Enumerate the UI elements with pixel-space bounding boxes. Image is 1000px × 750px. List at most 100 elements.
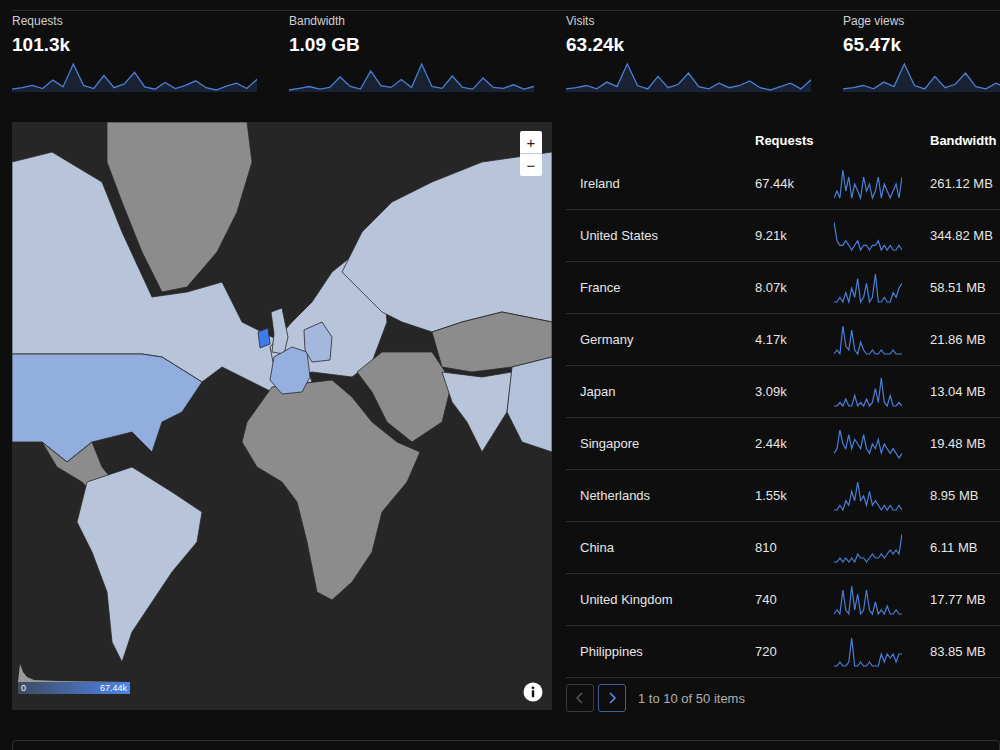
stat-card[interactable]: Visits63.24k — [566, 14, 843, 92]
requests-cell: 4.17k — [755, 332, 834, 347]
sparkline-line — [834, 534, 902, 562]
stat-sparkline — [566, 62, 811, 92]
sparkline-line — [834, 170, 902, 198]
sparkline-area — [12, 64, 257, 92]
analytics-page: Requests101.3kBandwidth1.09 GBVisits63.2… — [0, 0, 1000, 750]
stat-sparkline — [843, 62, 1000, 92]
row-sparkline — [834, 324, 902, 356]
stats-row: Requests 101.3kBandwidth 1.09 GBVisits63.2… — [12, 11, 1000, 92]
prev-page-button[interactable] — [566, 684, 594, 712]
table-row[interactable]: Ireland67.44k 261.12 MB — [566, 158, 1000, 210]
bandwidth-cell: 261.12 MB — [930, 176, 1000, 191]
trend-cell — [834, 428, 930, 460]
sparkline-line — [834, 586, 902, 614]
bandwidth-cell: 344.82 MB — [930, 228, 1000, 243]
map-region[interactable] — [12, 354, 202, 462]
map-region[interactable] — [357, 352, 452, 442]
trend-cell — [834, 532, 930, 564]
country-cell: France — [566, 280, 755, 295]
map-region[interactable] — [270, 347, 310, 394]
stat-card[interactable]: Requests 101.3k — [12, 14, 289, 92]
stat-value: 101.3k — [12, 34, 289, 56]
map-region[interactable] — [342, 152, 552, 332]
requests-cell: 67.44k — [755, 176, 834, 191]
stat-label: Bandwidth — [289, 14, 566, 28]
map-region[interactable] — [304, 322, 332, 362]
requests-cell: 9.21k — [755, 228, 834, 243]
table-header: Requests Bandwidth — [566, 122, 1000, 158]
trend-cell — [834, 220, 930, 252]
next-panel — [12, 740, 1000, 750]
legend-min: 0 — [21, 683, 26, 694]
stat-value: 65.47k — [843, 34, 1000, 56]
map-region[interactable] — [442, 372, 512, 452]
trend-cell — [834, 168, 930, 200]
column-header[interactable]: Requests — [755, 133, 834, 148]
country-cell: China — [566, 540, 755, 555]
table-row[interactable]: United States9.21k344.82 MB — [566, 210, 1000, 262]
chevron-right-icon — [607, 692, 617, 704]
country-cell: Netherlands — [566, 488, 755, 503]
table-row[interactable]: France8.07k58.51 MB — [566, 262, 1000, 314]
stat-card[interactable]: Bandwidth 1.09 GB — [289, 14, 566, 92]
table-row[interactable]: Japan3.09k13.04 MB — [566, 366, 1000, 418]
table-row[interactable]: Singapore2.44k 19.48 MB — [566, 418, 1000, 470]
zoom-in-button[interactable]: + — [520, 131, 542, 153]
row-sparkline — [834, 168, 902, 200]
next-page-button[interactable] — [598, 684, 626, 712]
row-sparkline — [834, 480, 902, 512]
row-sparkline — [834, 272, 902, 304]
bandwidth-cell: 6.11 MB — [930, 540, 1000, 555]
chevron-left-icon — [575, 692, 585, 704]
table-row[interactable]: United Kingdom74017.77 MB — [566, 574, 1000, 626]
map-region[interactable] — [258, 328, 270, 348]
country-table: Requests Bandwidth Ireland67.44k 261.12 MB U… — [566, 122, 1000, 712]
map-region[interactable] — [77, 467, 202, 662]
country-cell: Ireland — [566, 176, 755, 191]
requests-cell: 8.07k — [755, 280, 834, 295]
zoom-out-button[interactable]: − — [520, 153, 542, 176]
requests-cell: 2.44k — [755, 436, 834, 451]
requests-cell: 810 — [755, 540, 834, 555]
table-row[interactable]: Netherlands1.55k 8.95 MB — [566, 470, 1000, 522]
map-region[interactable] — [507, 357, 552, 452]
table-row[interactable]: Philippines72083.85 MB — [566, 626, 1000, 678]
sparkline-line — [834, 222, 902, 250]
sparkline-line — [12, 64, 257, 90]
main-section: +−067.44kRequestsBandwidthIreland67.44k2… — [12, 122, 1000, 712]
stat-label: Requests — [12, 14, 289, 28]
trend-cell — [834, 324, 930, 356]
world-map[interactable]: +− 0 67.44k — [12, 122, 552, 710]
legend-max: 67.44k — [100, 683, 127, 694]
bandwidth-cell: 83.85 MB — [930, 644, 1000, 659]
stat-card[interactable]: Page views65.47k — [843, 14, 1000, 92]
bandwidth-cell: 8.95 MB — [930, 488, 1000, 503]
sparkline-area — [843, 64, 1000, 92]
stat-value: 63.24k — [566, 34, 843, 56]
table-row[interactable]: China810 6.11 MB — [566, 522, 1000, 574]
requests-cell: 740 — [755, 592, 834, 607]
trend-cell — [834, 584, 930, 616]
map-canvas[interactable] — [12, 122, 552, 710]
sparkline-line — [834, 378, 902, 406]
sparkline-line — [834, 638, 902, 666]
legend-histogram — [18, 660, 130, 682]
requests-cell: 1.55k — [755, 488, 834, 503]
stat-value: 1.09 GB — [289, 34, 566, 56]
table-row[interactable]: Germany4.17k21.86 MB — [566, 314, 1000, 366]
requests-cell: 3.09k — [755, 384, 834, 399]
map-region[interactable] — [271, 308, 288, 354]
pagination: 1 to 10 of 50 items — [566, 684, 1000, 712]
country-cell: Singapore — [566, 436, 755, 451]
trend-cell — [834, 636, 930, 668]
requests-cell: 720 — [755, 644, 834, 659]
bandwidth-cell: 19.48 MB — [930, 436, 1000, 451]
info-icon[interactable] — [523, 682, 543, 702]
sparkline-line — [834, 482, 902, 510]
column-header[interactable]: Bandwidth — [930, 133, 1000, 148]
map-ocean — [12, 122, 552, 710]
row-sparkline — [834, 376, 902, 408]
sparkline-line — [289, 64, 534, 90]
top-divider — [12, 10, 1000, 11]
row-sparkline — [834, 428, 902, 460]
